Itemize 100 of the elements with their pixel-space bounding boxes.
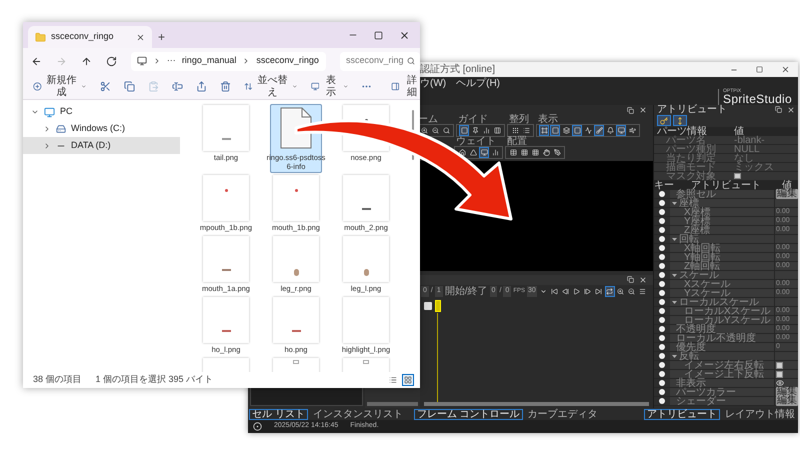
trash-icon bbox=[220, 81, 231, 92]
menu-item[interactable]: ウ(W) bbox=[420, 78, 446, 88]
tool-button[interactable] bbox=[552, 147, 562, 158]
tool-button[interactable] bbox=[457, 147, 467, 158]
up-arrow-icon[interactable] bbox=[80, 56, 92, 66]
command-button[interactable] bbox=[172, 81, 183, 92]
path-segment[interactable]: ssceconv_ringo bbox=[256, 54, 319, 68]
expanded-triangle-icon[interactable] bbox=[672, 300, 677, 304]
column-header: アトリビュート bbox=[691, 181, 762, 190]
expanded-triangle-icon[interactable] bbox=[672, 354, 677, 358]
tool-button[interactable] bbox=[594, 125, 604, 136]
panel-tab[interactable]: セル リスト bbox=[249, 408, 308, 420]
search-field[interactable]: ssceconv_ring bbox=[340, 52, 420, 70]
eye-icon[interactable] bbox=[776, 379, 784, 387]
nav-item[interactable]: DATA (D:) bbox=[23, 137, 180, 154]
monitor-icon bbox=[618, 127, 624, 134]
panel-tab[interactable]: レイアウト情報 bbox=[722, 408, 798, 420]
panel-tab[interactable]: カーブエディタ bbox=[524, 408, 601, 420]
command-button[interactable]: 詳細 bbox=[391, 74, 420, 98]
tool-button[interactable] bbox=[468, 147, 478, 158]
expanded-triangle-icon[interactable] bbox=[672, 200, 677, 206]
tool-button[interactable] bbox=[572, 286, 582, 297]
tool-button[interactable] bbox=[605, 125, 615, 136]
tool-button[interactable] bbox=[626, 286, 637, 297]
command-button[interactable]: 並べ替え bbox=[244, 74, 298, 98]
chevron-right-icon[interactable] bbox=[43, 142, 51, 150]
address-bar[interactable]: ··· ringo_manual ssceconv_ringo bbox=[130, 52, 326, 70]
checkbox[interactable] bbox=[776, 370, 783, 378]
tool-button[interactable] bbox=[519, 147, 529, 158]
tool-button[interactable] bbox=[594, 286, 604, 297]
new-tab-button[interactable]: + bbox=[158, 30, 166, 44]
playhead-marker[interactable] bbox=[435, 300, 441, 312]
group-label: 表示 bbox=[537, 115, 558, 124]
scissors-icon bbox=[100, 81, 111, 92]
edit-button[interactable]: 編集 bbox=[776, 387, 798, 397]
command-button[interactable]: 新規作成 bbox=[33, 74, 87, 98]
tool-button[interactable] bbox=[441, 125, 451, 136]
monitor-icon bbox=[136, 56, 147, 66]
sort-icon bbox=[244, 81, 253, 92]
tool-button[interactable] bbox=[582, 286, 593, 297]
chevron-right-icon[interactable] bbox=[43, 124, 51, 132]
float-icon[interactable] bbox=[775, 106, 782, 113]
command-button[interactable] bbox=[220, 81, 231, 92]
path-ellipsis[interactable]: ··· bbox=[166, 54, 176, 68]
command-button[interactable] bbox=[124, 81, 135, 92]
explorer-tab[interactable]: ssceconv_ringo bbox=[28, 26, 152, 48]
edit-button[interactable]: 編集 bbox=[776, 396, 798, 406]
command-button[interactable] bbox=[100, 81, 111, 92]
tool-button[interactable] bbox=[638, 286, 648, 297]
tool-button[interactable] bbox=[561, 125, 571, 136]
close-icon[interactable] bbox=[136, 32, 145, 42]
refresh-icon[interactable] bbox=[106, 56, 117, 66]
nav-item[interactable]: PC bbox=[23, 104, 180, 120]
panel-tab[interactable]: フレーム コントロール bbox=[414, 408, 523, 420]
back-icon[interactable] bbox=[31, 56, 42, 66]
command-button[interactable] bbox=[196, 81, 207, 92]
checkbox[interactable] bbox=[776, 362, 783, 368]
float-icon[interactable] bbox=[627, 106, 634, 114]
tool-button[interactable] bbox=[583, 125, 593, 136]
tiles-view-button[interactable] bbox=[402, 374, 414, 386]
close-icon[interactable] bbox=[399, 30, 410, 40]
play-icon bbox=[573, 288, 580, 295]
tool-button[interactable] bbox=[470, 125, 480, 136]
track-toggle-icon[interactable] bbox=[424, 302, 432, 310]
tool-button[interactable] bbox=[616, 286, 626, 297]
maximize-icon[interactable] bbox=[374, 30, 383, 40]
search-icon bbox=[442, 127, 450, 134]
checkbox[interactable] bbox=[734, 173, 741, 179]
expanded-triangle-icon[interactable] bbox=[672, 236, 677, 242]
maximize-icon[interactable] bbox=[756, 66, 763, 73]
chevron-down-icon bbox=[81, 83, 87, 90]
hard-drive-icon bbox=[56, 124, 66, 134]
tool-button[interactable] bbox=[492, 125, 502, 136]
tool-button[interactable] bbox=[430, 125, 440, 136]
panel-tool-button[interactable] bbox=[657, 115, 671, 126]
tool-button[interactable] bbox=[604, 286, 615, 297]
tool-button[interactable] bbox=[508, 147, 518, 158]
triangle-icon bbox=[470, 149, 476, 156]
range-label: 開始/終了 bbox=[444, 286, 488, 296]
panel-tool-button[interactable] bbox=[673, 115, 687, 126]
edit-button[interactable]: 編集 bbox=[776, 189, 798, 199]
tool-button[interactable] bbox=[560, 286, 571, 297]
panel-tab[interactable]: アトリビュート bbox=[644, 408, 720, 420]
square-icon bbox=[552, 127, 558, 134]
tool-button[interactable] bbox=[627, 125, 637, 136]
panel-tab[interactable]: インスタンスリスト bbox=[310, 408, 406, 420]
tool-button[interactable] bbox=[541, 147, 551, 158]
command-button[interactable]: 表示 bbox=[310, 74, 348, 98]
tool-button[interactable] bbox=[550, 286, 560, 297]
tool-button[interactable] bbox=[419, 125, 429, 136]
tool-button[interactable] bbox=[539, 125, 549, 136]
expanded-triangle-icon[interactable] bbox=[672, 272, 677, 278]
float-icon[interactable] bbox=[627, 276, 634, 283]
tool-button[interactable] bbox=[530, 147, 540, 158]
path-segment[interactable]: ringo_manual bbox=[182, 54, 236, 68]
menu-item[interactable]: ヘルプ(H) bbox=[456, 78, 500, 88]
nav-item[interactable]: Windows (C:) bbox=[23, 120, 180, 137]
tool-button[interactable] bbox=[510, 125, 520, 136]
close-icon[interactable] bbox=[781, 65, 790, 74]
chevron-down-icon[interactable] bbox=[31, 108, 39, 116]
